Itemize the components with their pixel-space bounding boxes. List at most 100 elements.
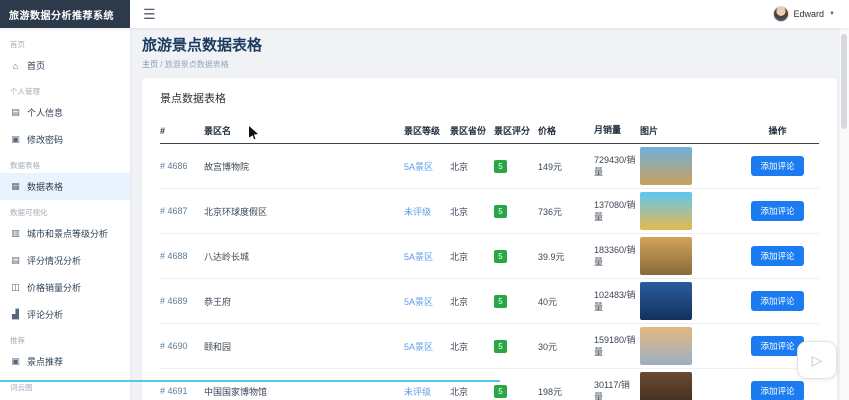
attraction-province: 北京 — [450, 251, 469, 262]
attraction-level-link[interactable]: 未评级 — [404, 385, 450, 398]
play-button[interactable]: ▷ — [797, 341, 837, 379]
sidebar-item[interactable]: ▭ 景点简介词云图 — [0, 395, 130, 400]
attraction-price: 39.9元 — [538, 251, 565, 262]
sidebar-item[interactable]: ▤ 个人信息 — [0, 99, 130, 126]
sidebar-item-label: 评分情况分析 — [27, 256, 82, 266]
attraction-id: # 4687 — [160, 206, 188, 216]
attraction-name: 中国国家博物馆 — [204, 386, 268, 397]
attraction-id: # 4686 — [160, 161, 188, 171]
table-row: # 4686 故宫博物院 5A景区 北京 5 149元 729430/销量 添加… — [160, 144, 819, 189]
attraction-level-link[interactable]: 5A景区 — [404, 250, 450, 263]
universal-resort-thumbnail — [640, 192, 692, 230]
scrollbar-thumb[interactable] — [841, 34, 847, 129]
attraction-province: 北京 — [450, 386, 469, 397]
attraction-name: 北京环球度假区 — [204, 206, 268, 217]
attraction-level-link[interactable]: 5A景区 — [404, 160, 450, 173]
user-name[interactable]: Edward — [794, 9, 825, 19]
chevron-down-icon: ▼ — [829, 11, 835, 17]
add-comment-button[interactable]: 添加评论 — [751, 336, 804, 356]
attraction-price: 30元 — [538, 341, 558, 352]
monthly-sales: 102483/销量 — [594, 289, 636, 312]
score-badge: 5 — [494, 384, 507, 398]
card-title: 景点数据表格 — [160, 93, 226, 105]
attraction-name: 颐和园 — [204, 341, 232, 352]
table-column-header: 操作 — [768, 126, 787, 136]
sidebar-item[interactable]: ▤ 评分情况分析 — [0, 247, 130, 274]
breadcrumb-home-link[interactable]: 主页 — [142, 60, 158, 69]
sidebar-item-label: 个人信息 — [27, 108, 64, 118]
home-icon: ⌂ — [12, 60, 19, 71]
attraction-level-link[interactable]: 5A景区 — [404, 340, 450, 353]
add-comment-button[interactable]: 添加评论 — [751, 246, 804, 266]
sidebar-section-label: 数据可视化 — [10, 208, 48, 217]
score-badge: 5 — [494, 294, 507, 308]
page-scrollbar[interactable] — [839, 28, 849, 400]
attraction-level-link[interactable]: 5A景区 — [404, 295, 450, 308]
attraction-province: 北京 — [450, 296, 469, 307]
attraction-id: # 4690 — [160, 341, 188, 351]
sidebar-section-label: 推荐 — [10, 336, 25, 345]
add-comment-button[interactable]: 添加评论 — [751, 156, 804, 176]
monthly-sales: 183360/销量 — [594, 244, 636, 267]
sidebar-section-label: 个人管理 — [10, 87, 40, 96]
attraction-level-link[interactable]: 未评级 — [404, 205, 450, 218]
app-title: 旅游数据分析推荐系统 — [0, 0, 130, 28]
main-content: 旅游景点数据表格 主页 / 旅游景点数据表格 景点数据表格 # 景区名 景区等级… — [130, 0, 849, 400]
table-column-header: 图片 — [640, 126, 659, 136]
lock-icon: ▣ — [11, 134, 20, 144]
table-column-header: 景区等级 — [404, 126, 441, 136]
table-icon: ▦ — [11, 181, 20, 191]
sidebar-item-label: 首页 — [27, 61, 46, 71]
sidebar-item-label: 数据表格 — [27, 182, 64, 192]
table-column-header: 景区评分 — [494, 126, 531, 136]
table-row: # 4690 颐和园 5A景区 北京 5 30元 159180/销量 添加评论 — [160, 324, 819, 369]
sidebar-item[interactable]: ▣ 景点推荐 — [0, 348, 130, 375]
great-wall-thumbnail — [640, 237, 692, 275]
breadcrumb-current: 旅游景点数据表格 — [164, 60, 229, 69]
monthly-sales: 159180/销量 — [594, 334, 636, 357]
score-badge: 5 — [494, 204, 507, 218]
sidebar: 首页 ⌂ 首页 个人管理 ▤ 个人信息 ▣ 修改密码 数据表格 ▦ 数据表格 数… — [0, 28, 130, 400]
add-comment-button[interactable]: 添加评论 — [751, 291, 804, 311]
attraction-price: 149元 — [538, 161, 563, 172]
attraction-name: 故宫博物院 — [204, 161, 250, 172]
sidebar-item[interactable]: ▥ 城市和景点等级分析 — [0, 220, 130, 247]
national-museum-thumbnail — [640, 372, 692, 400]
score-badge: 5 — [494, 159, 507, 173]
monthly-sales: 30117/销量 — [594, 379, 630, 400]
monthly-sales: 729430/销量 — [594, 154, 636, 177]
comment-chart-icon: ▟ — [12, 309, 19, 319]
score-chart-icon: ▤ — [11, 255, 20, 265]
palace-museum-thumbnail — [640, 147, 692, 185]
table-column-header: 景区名 — [204, 126, 232, 136]
table-column-header: 月销量 — [594, 125, 622, 136]
add-comment-button[interactable]: 添加评论 — [751, 381, 804, 400]
price-sales-chart-icon: ◫ — [11, 282, 20, 292]
score-badge: 5 — [494, 339, 507, 353]
attraction-province: 北京 — [450, 206, 469, 217]
play-icon: ▷ — [811, 351, 823, 368]
user-menu[interactable]: Edward ▼ — [772, 0, 849, 28]
table-row: # 4688 八达岭长城 5A景区 北京 5 39.9元 183360/销量 添… — [160, 234, 819, 279]
hamburger-menu-icon[interactable]: ☰ — [143, 7, 156, 21]
attraction-price: 40元 — [538, 296, 558, 307]
sidebar-item[interactable]: ▣ 修改密码 — [0, 126, 130, 153]
prince-gong-mansion-thumbnail — [640, 282, 692, 320]
attraction-id: # 4688 — [160, 251, 188, 261]
sidebar-item[interactable]: ◫ 价格销量分析 — [0, 274, 130, 301]
sidebar-section-label: 词云图 — [10, 383, 33, 392]
attraction-price: 198元 — [538, 386, 563, 397]
sidebar-item-label: 景点推荐 — [27, 357, 64, 367]
add-comment-button[interactable]: 添加评论 — [751, 201, 804, 221]
table-header-row: # 景区名 景区等级 景区省份 景区评分 价格 月销量 图片 操作 — [160, 118, 819, 144]
table-column-header: 价格 — [538, 126, 557, 136]
score-badge: 5 — [494, 249, 507, 263]
attraction-price: 736元 — [538, 206, 563, 217]
sidebar-item[interactable]: ▟ 评论分析 — [0, 301, 130, 328]
attraction-id: # 4691 — [160, 386, 188, 396]
sidebar-item-label: 修改密码 — [27, 135, 64, 145]
avatar[interactable] — [772, 6, 789, 22]
table-column-header: # — [160, 125, 166, 136]
sidebar-item[interactable]: ▦ 数据表格 — [0, 173, 130, 200]
sidebar-item[interactable]: ⌂ 首页 — [0, 52, 130, 79]
